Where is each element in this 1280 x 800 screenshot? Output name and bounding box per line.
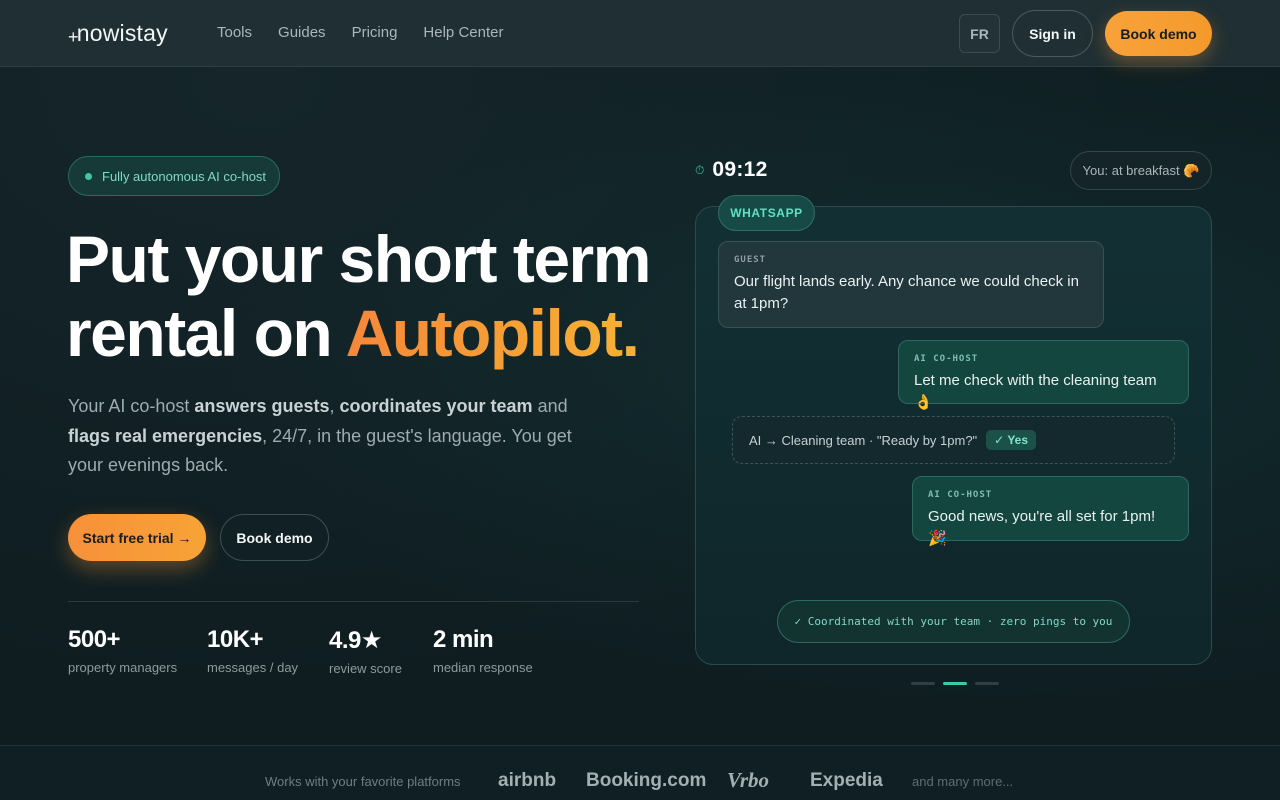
message-role: AI CO-HOST [914, 354, 979, 364]
user-status-chip: You: at breakfast 🥐 [1070, 151, 1212, 190]
message-text: Good news, you're all set for 1pm! 🎉 [928, 508, 1156, 547]
platform-airbnb-logo: airbnb [498, 770, 557, 791]
carousel-dot[interactable] [911, 682, 935, 685]
chat-time: 09:12 [712, 158, 768, 181]
subtitle-part: and [532, 396, 568, 416]
stat-value: 4.9★ [329, 627, 382, 654]
stat-label: review score [329, 661, 402, 676]
carousel-dots [911, 682, 999, 685]
start-free-trial-button[interactable]: Start free trial → [68, 514, 206, 561]
ai-message: AI CO-HOST Good news, you're all set for… [912, 476, 1189, 547]
nav-link-tools[interactable]: Tools [217, 24, 252, 41]
headline-line-2: rental on [66, 296, 346, 370]
hero-book-demo-button[interactable]: Book demo [220, 514, 329, 561]
nav-link-help-center[interactable]: Help Center [423, 24, 503, 41]
message-text: Our flight lands early. Any chance we co… [734, 273, 1079, 312]
book-demo-button[interactable]: Book demo [1105, 11, 1212, 56]
stat-property-managers: 500+ property managers [68, 626, 177, 675]
coordination-summary-chip: ✓ Coordinated with your team · zero ping… [777, 600, 1130, 643]
carousel-dot-active[interactable] [943, 682, 967, 685]
ai-message: AI CO-HOST Let me check with the cleanin… [898, 340, 1189, 411]
nav-link-pricing[interactable]: Pricing [352, 24, 398, 41]
stat-value: 500+ [68, 626, 121, 653]
platform-expedia-logo: Expedia [810, 770, 883, 791]
hero-headline: Put your short term rental on Autopilot. [66, 222, 666, 370]
stat-value: 2 min [433, 626, 494, 653]
hero-badge: Fully autonomous AI co-host [68, 156, 280, 196]
plus-icon: + [68, 27, 79, 47]
platform-vrbo-logo: Vrbo [727, 768, 770, 792]
chat-timer: ⏱ 09:12 [695, 158, 768, 182]
stat-review-score: 4.9★ review score [329, 626, 402, 676]
nav-link-guides[interactable]: Guides [278, 24, 326, 41]
message-role: AI CO-HOST [928, 490, 993, 500]
subtitle-bold: flags real emergencies [68, 425, 263, 446]
stopwatch-icon: ⏱ [695, 162, 705, 177]
hero-subtitle: Your AI co-host answers guests, coordina… [68, 392, 608, 481]
stat-label: median response [433, 660, 533, 675]
headline-accent: Autopilot. [345, 296, 640, 370]
stat-value: 10K+ [207, 626, 264, 653]
stat-label: property managers [68, 660, 178, 675]
platforms-more: and many more... [912, 774, 1014, 789]
logo-text: nowistay [76, 20, 168, 46]
guest-message: GUEST Our flight lands early. Any chance… [718, 241, 1104, 328]
headline-line-1: Put your short term [66, 222, 651, 296]
team-coordination-note: AI → Cleaning team · "Ready by 1pm?" ✓ Y… [732, 416, 1175, 464]
sign-in-button[interactable]: Sign in [1012, 10, 1093, 57]
channel-tag: WHATSAPP [718, 195, 815, 231]
language-button[interactable]: FR [959, 14, 1000, 53]
stats-divider [68, 601, 639, 602]
stat-label: messages / day [207, 660, 299, 675]
stat-median-response: 2 min median response [433, 626, 533, 675]
message-role: GUEST [734, 255, 767, 265]
subtitle-bold: coordinates your team [339, 396, 533, 416]
hero-badge-text: Fully autonomous AI co-host [102, 168, 267, 184]
carousel-dot[interactable] [975, 682, 999, 685]
platforms-bar: Works with your favorite platforms airbn… [0, 745, 1280, 800]
status-dot-icon [85, 172, 92, 180]
logo[interactable]: + nowistay [68, 20, 168, 47]
stat-messages: 10K+ messages / day [207, 626, 298, 675]
subtitle-part: , [329, 396, 340, 416]
message-text: Let me check with the cleaning team 👌 [914, 372, 1157, 411]
subtitle-part: Your AI co-host [68, 396, 195, 416]
top-nav: + nowistay Tools Guides Pricing Help Cent… [0, 0, 1280, 67]
subtitle-bold: answers guests [194, 396, 330, 416]
coordination-text: AI → Cleaning team · "Ready by 1pm?" [749, 432, 978, 448]
coordination-reply-badge: ✓ Yes [986, 430, 1037, 450]
platforms-label: Works with your favorite platforms [265, 774, 461, 789]
nav-links: Tools Guides Pricing Help Center [217, 24, 529, 41]
platform-booking-logo: Booking.com [586, 770, 707, 791]
